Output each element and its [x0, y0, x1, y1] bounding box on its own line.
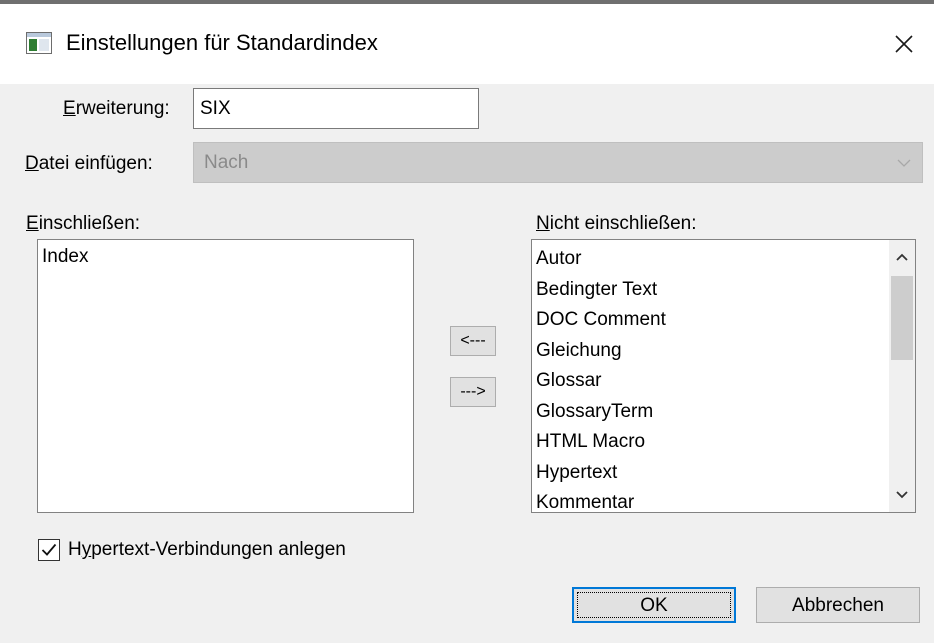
- chevron-up-icon: [896, 253, 908, 261]
- list-item[interactable]: Bedingter Text: [532, 275, 915, 306]
- ok-button[interactable]: OK: [572, 587, 736, 623]
- move-right-button[interactable]: --->: [450, 377, 496, 407]
- scroll-up-button[interactable]: [889, 244, 915, 270]
- insert-file-label: Datei einfügen:: [25, 153, 153, 174]
- list-item[interactable]: GlossaryTerm: [532, 397, 915, 428]
- insert-file-value: Nach: [204, 152, 249, 173]
- list-item[interactable]: Hypertext: [532, 458, 915, 489]
- application-icon: [26, 32, 52, 54]
- scroll-thumb[interactable]: [891, 276, 913, 360]
- list-item[interactable]: Glossar: [532, 366, 915, 397]
- list-item[interactable]: Index: [38, 242, 413, 273]
- list-item[interactable]: Kommentar: [532, 488, 915, 512]
- exclude-list[interactable]: Autor Bedingter Text DOC Comment Gleichu…: [531, 239, 916, 513]
- extension-value: SIX: [200, 98, 231, 119]
- window-border: [0, 0, 934, 4]
- extension-label: Erweiterung:: [63, 98, 170, 119]
- scroll-down-button[interactable]: [889, 482, 915, 508]
- list-item[interactable]: HTML Macro: [532, 427, 915, 458]
- exclude-scrollbar[interactable]: [889, 240, 915, 512]
- include-label: Einschließen:: [26, 213, 141, 234]
- hypertext-checkbox[interactable]: [38, 539, 60, 561]
- extension-input[interactable]: SIX: [193, 88, 479, 129]
- move-left-button[interactable]: <---: [450, 326, 496, 356]
- close-icon: [895, 35, 913, 53]
- hypertext-label[interactable]: Hypertext-Verbindungen anlegen: [68, 539, 346, 561]
- close-button[interactable]: [882, 24, 926, 64]
- exclude-label: Nicht einschließen:: [536, 213, 697, 234]
- focus-rect: [577, 592, 731, 618]
- list-item[interactable]: Gleichung: [532, 336, 915, 367]
- checkmark-icon: [41, 543, 57, 556]
- list-item[interactable]: Autor: [532, 244, 915, 275]
- title-bar: Einstellungen für Standardindex: [0, 0, 934, 84]
- include-list[interactable]: Index: [37, 239, 414, 513]
- window-title: Einstellungen für Standardindex: [66, 30, 378, 55]
- list-item[interactable]: DOC Comment: [532, 305, 915, 336]
- chevron-down-icon: [897, 159, 911, 167]
- cancel-button[interactable]: Abbrechen: [756, 587, 920, 623]
- insert-file-select[interactable]: Nach: [193, 142, 923, 183]
- chevron-down-icon: [896, 491, 908, 499]
